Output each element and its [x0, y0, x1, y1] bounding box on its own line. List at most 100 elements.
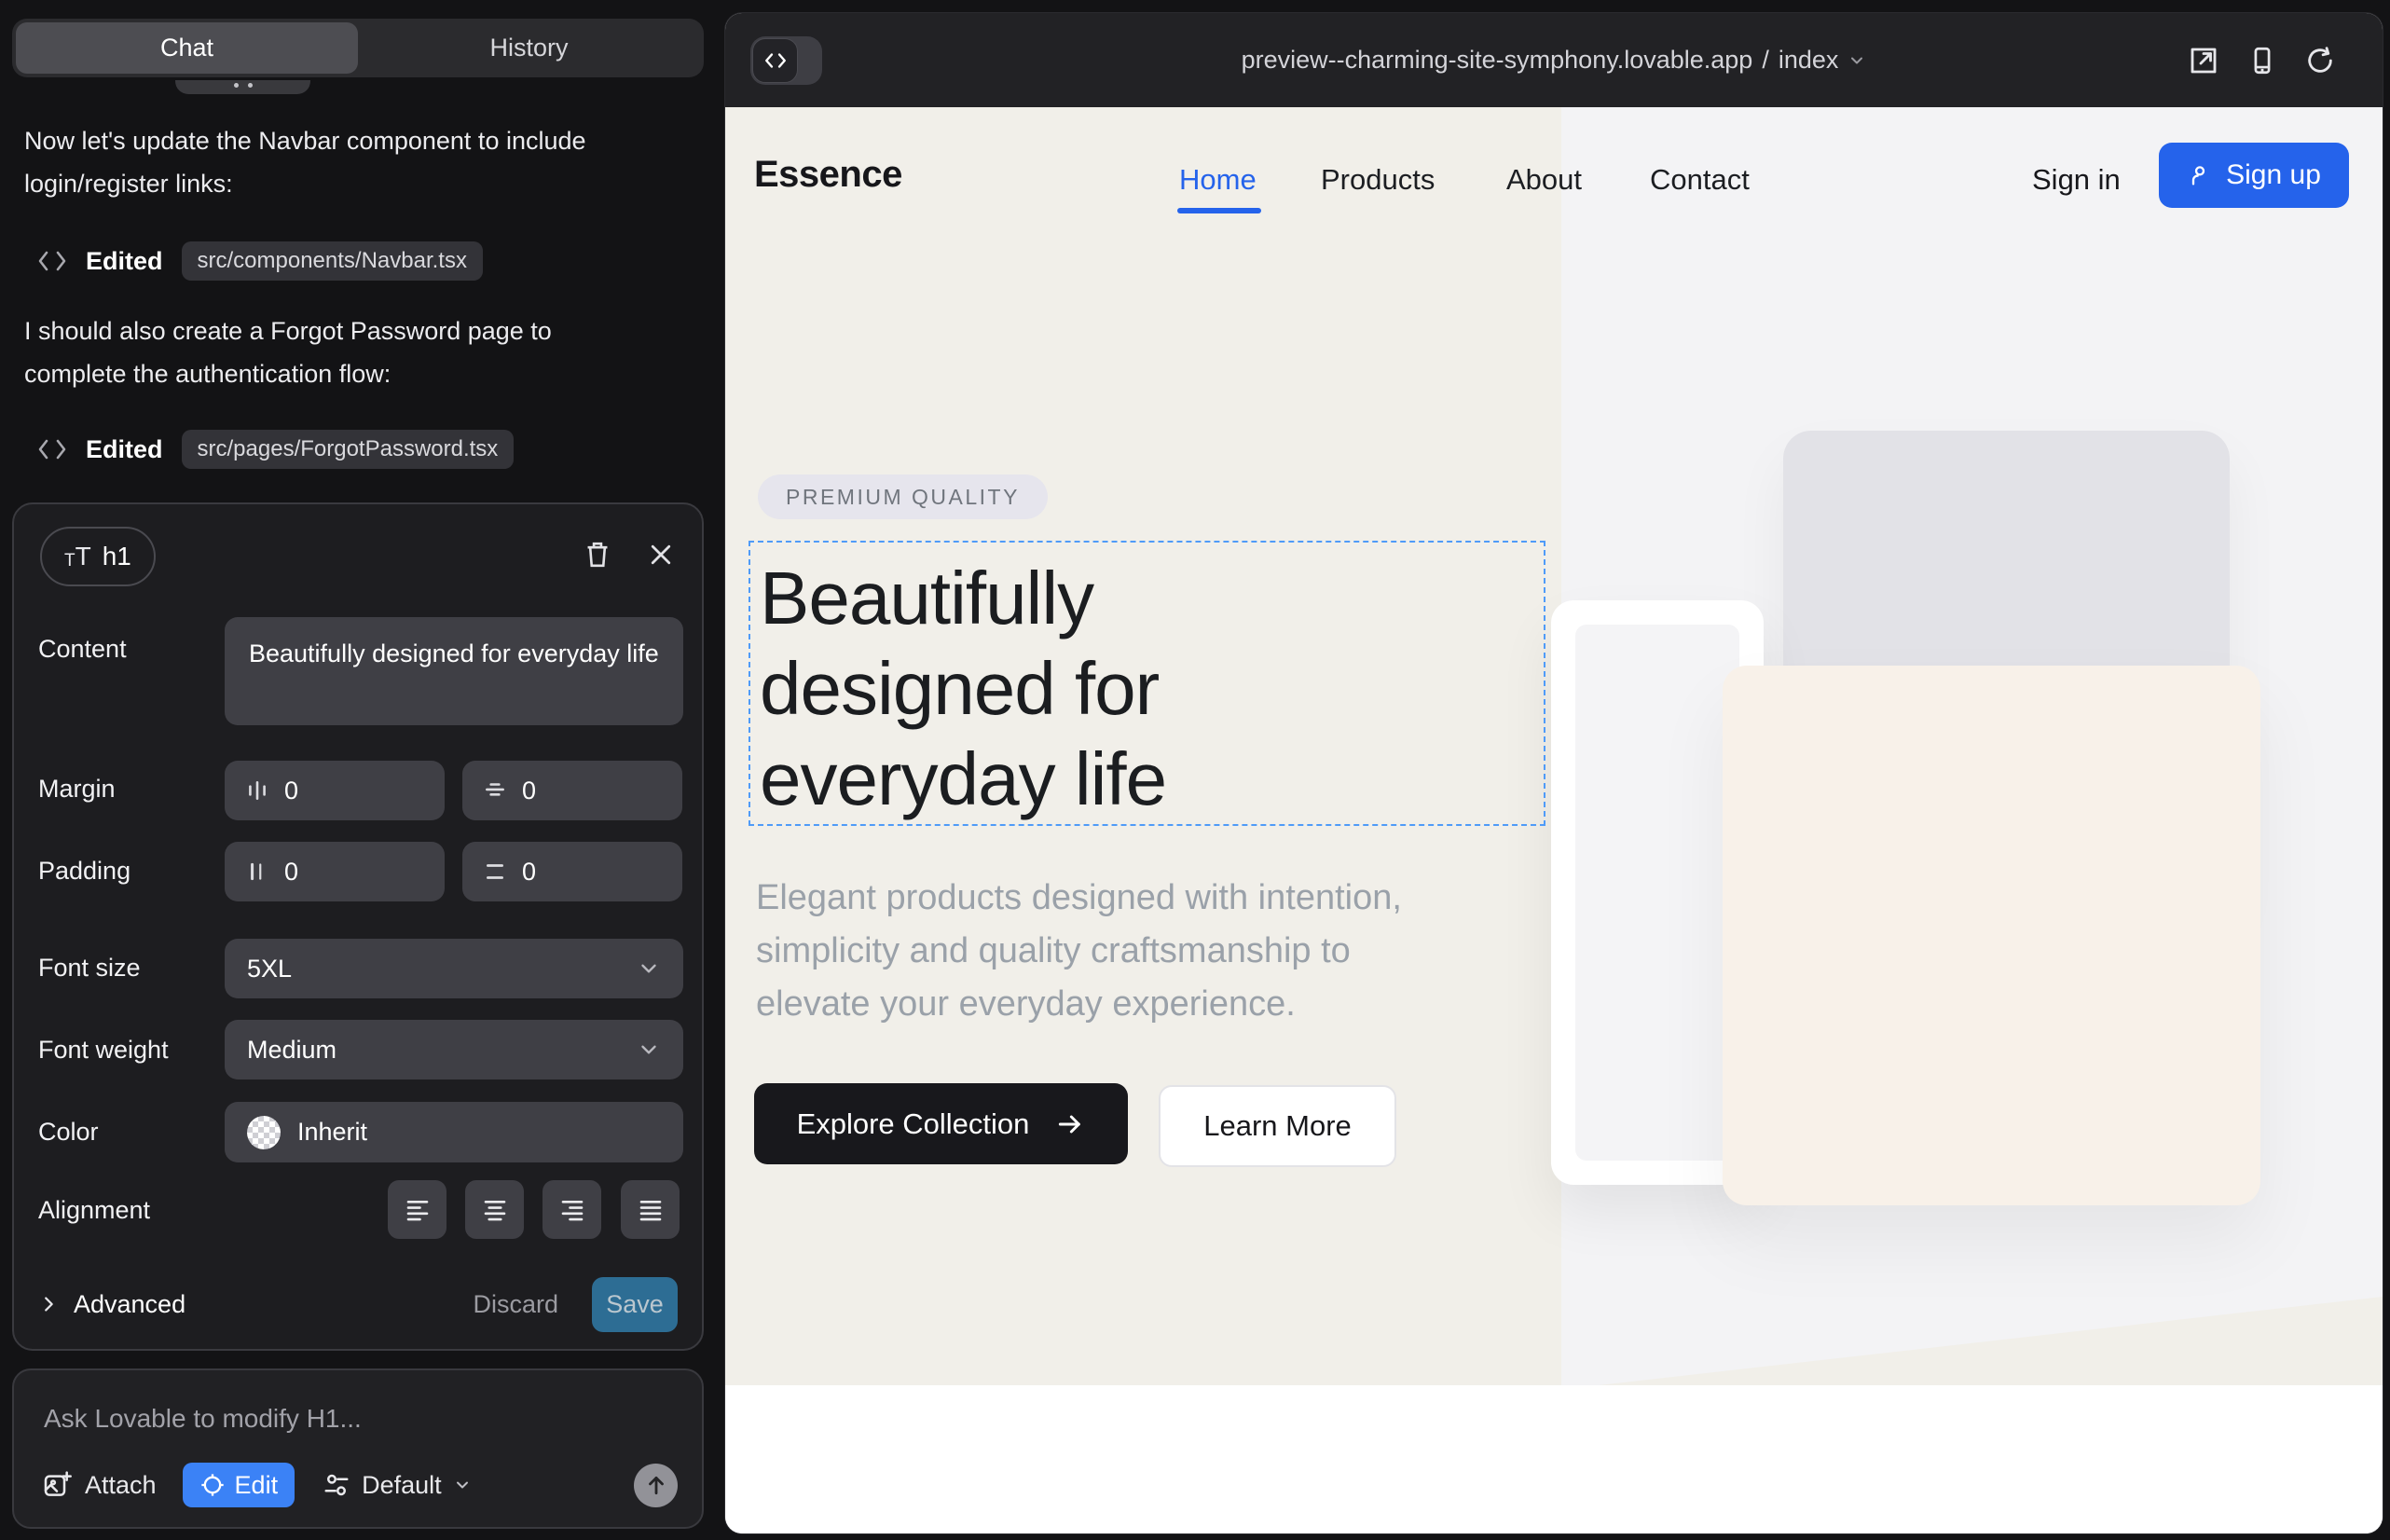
sign-up-button[interactable]: Sign up — [2159, 143, 2349, 208]
external-link-icon — [2187, 44, 2220, 77]
padding-horizontal-icon — [245, 859, 269, 884]
align-center-icon — [481, 1196, 509, 1224]
edited-file-row: Edited src/components/Navbar.tsx — [37, 241, 483, 282]
color-label: Color — [38, 1118, 99, 1147]
site-preview: Essence Home Products About Contact Sign… — [725, 107, 2383, 1533]
chevron-down-icon — [453, 1476, 472, 1494]
code-view-segment[interactable] — [752, 38, 798, 83]
attach-image-icon — [42, 1470, 72, 1500]
align-center-button[interactable] — [465, 1180, 524, 1239]
align-justify-button[interactable] — [621, 1180, 680, 1239]
model-mode-button[interactable]: Default — [323, 1471, 472, 1500]
hero-tagline: Elegant products designed with intention… — [756, 872, 1402, 1031]
active-link-underline — [1177, 208, 1261, 213]
margin-x-input[interactable]: 0 — [225, 761, 445, 820]
refresh-button[interactable] — [2304, 45, 2336, 76]
font-size-select[interactable]: 5XL — [225, 939, 683, 998]
explore-collection-button[interactable]: Explore Collection — [754, 1083, 1128, 1164]
decorative-card-cream — [1723, 666, 2260, 1205]
padding-vertical-icon — [483, 859, 507, 884]
font-weight-label: Font weight — [38, 1036, 169, 1065]
alignment-label: Alignment — [38, 1196, 150, 1225]
padding-label: Padding — [38, 857, 130, 886]
edited-label: Edited — [86, 435, 163, 464]
file-chip[interactable]: src/pages/ForgotPassword.tsx — [182, 430, 515, 469]
arrow-up-icon — [644, 1473, 668, 1497]
advanced-row: Advanced Discard Save — [38, 1276, 678, 1332]
truncated-status-chip — [175, 80, 310, 94]
preview-toolbar: preview--charming-site-symphony.lovable.… — [725, 13, 2383, 107]
chevron-down-icon — [1847, 51, 1866, 70]
target-icon — [199, 1472, 226, 1498]
delete-element-button[interactable] — [577, 534, 618, 575]
composer-placeholder[interactable]: Ask Lovable to modify H1... — [44, 1404, 362, 1434]
font-weight-select[interactable]: Medium — [225, 1020, 683, 1079]
edited-label: Edited — [86, 247, 163, 276]
tab-chat[interactable]: Chat — [16, 22, 358, 74]
lovable-app: Chat History Now let's update the Navbar… — [0, 0, 2390, 1540]
refresh-icon — [2304, 45, 2336, 76]
align-right-icon — [558, 1196, 586, 1224]
close-panel-button[interactable] — [640, 534, 681, 575]
smartphone-icon — [2246, 44, 2278, 77]
nav-link-about[interactable]: About — [1506, 163, 1582, 197]
site-logo[interactable]: Essence — [754, 154, 902, 196]
padding-x-input[interactable]: 0 — [225, 842, 445, 901]
chevron-down-icon — [637, 956, 661, 981]
code-preview-toggle[interactable] — [750, 36, 822, 85]
chevron-down-icon — [637, 1038, 661, 1062]
nav-link-home[interactable]: Home — [1179, 163, 1257, 197]
preview-domain: preview--charming-site-symphony.lovable.… — [1242, 46, 1753, 75]
open-in-new-tab-button[interactable] — [2187, 44, 2220, 77]
save-button[interactable]: Save — [592, 1277, 678, 1332]
assistant-message: I should also create a Forgot Password p… — [24, 309, 630, 395]
color-select[interactable]: Inherit — [225, 1102, 683, 1162]
send-button[interactable] — [634, 1464, 678, 1507]
chevron-right-icon[interactable] — [38, 1294, 59, 1314]
nav-link-products[interactable]: Products — [1321, 163, 1435, 197]
edited-file-row: Edited src/pages/ForgotPassword.tsx — [37, 429, 514, 470]
align-left-icon — [404, 1196, 432, 1224]
code-icon — [37, 437, 67, 461]
discard-button[interactable]: Discard — [473, 1290, 558, 1319]
preview-panel: preview--charming-site-symphony.lovable.… — [725, 13, 2383, 1533]
advanced-toggle[interactable]: Advanced — [74, 1290, 185, 1319]
tab-history[interactable]: History — [358, 22, 700, 74]
align-left-button[interactable] — [388, 1180, 446, 1239]
chat-history-tabbar: Chat History — [12, 19, 704, 77]
user-icon — [2187, 162, 2213, 188]
padding-y-input[interactable]: 0 — [462, 842, 682, 901]
content-input[interactable]: Beautifully designed for everyday life — [225, 617, 683, 725]
file-chip[interactable]: src/components/Navbar.tsx — [182, 241, 483, 281]
edit-mode-button[interactable]: Edit — [183, 1463, 295, 1507]
element-editor-panel: TT h1 Content Beautifully designed for e… — [12, 502, 704, 1351]
chat-composer[interactable]: Ask Lovable to modify H1... Attach Edit … — [12, 1368, 704, 1529]
url-separator: / — [1762, 46, 1769, 75]
content-label: Content — [38, 635, 127, 664]
element-tag-label: h1 — [103, 542, 131, 571]
mobile-view-button[interactable] — [2246, 44, 2278, 77]
margin-y-input[interactable]: 0 — [462, 761, 682, 820]
margin-vertical-icon — [483, 778, 507, 803]
learn-more-button[interactable]: Learn More — [1159, 1085, 1396, 1167]
preview-url-bar[interactable]: preview--charming-site-symphony.lovable.… — [1005, 13, 2103, 107]
premium-quality-badge: PREMIUM QUALITY — [758, 474, 1048, 519]
selected-element-tag: TT h1 — [40, 527, 156, 586]
sign-in-link[interactable]: Sign in — [2032, 163, 2121, 197]
sliders-icon — [323, 1471, 350, 1499]
nav-link-contact[interactable]: Contact — [1650, 163, 1750, 197]
code-icon — [763, 50, 788, 71]
preview-page: index — [1779, 46, 1839, 75]
hero-heading[interactable]: Beautifully designed for everyday life — [760, 553, 1166, 824]
transparent-swatch-icon — [247, 1116, 281, 1149]
font-size-label: Font size — [38, 954, 141, 983]
arrow-right-icon — [1055, 1109, 1085, 1139]
align-justify-icon — [637, 1196, 665, 1224]
code-icon — [37, 249, 67, 273]
assistant-message: Now let's update the Navbar component to… — [24, 119, 630, 205]
typography-icon: TT — [64, 543, 91, 570]
align-right-button[interactable] — [543, 1180, 601, 1239]
margin-horizontal-icon — [245, 778, 269, 803]
margin-label: Margin — [38, 775, 116, 804]
attach-button[interactable]: Attach — [42, 1470, 157, 1500]
